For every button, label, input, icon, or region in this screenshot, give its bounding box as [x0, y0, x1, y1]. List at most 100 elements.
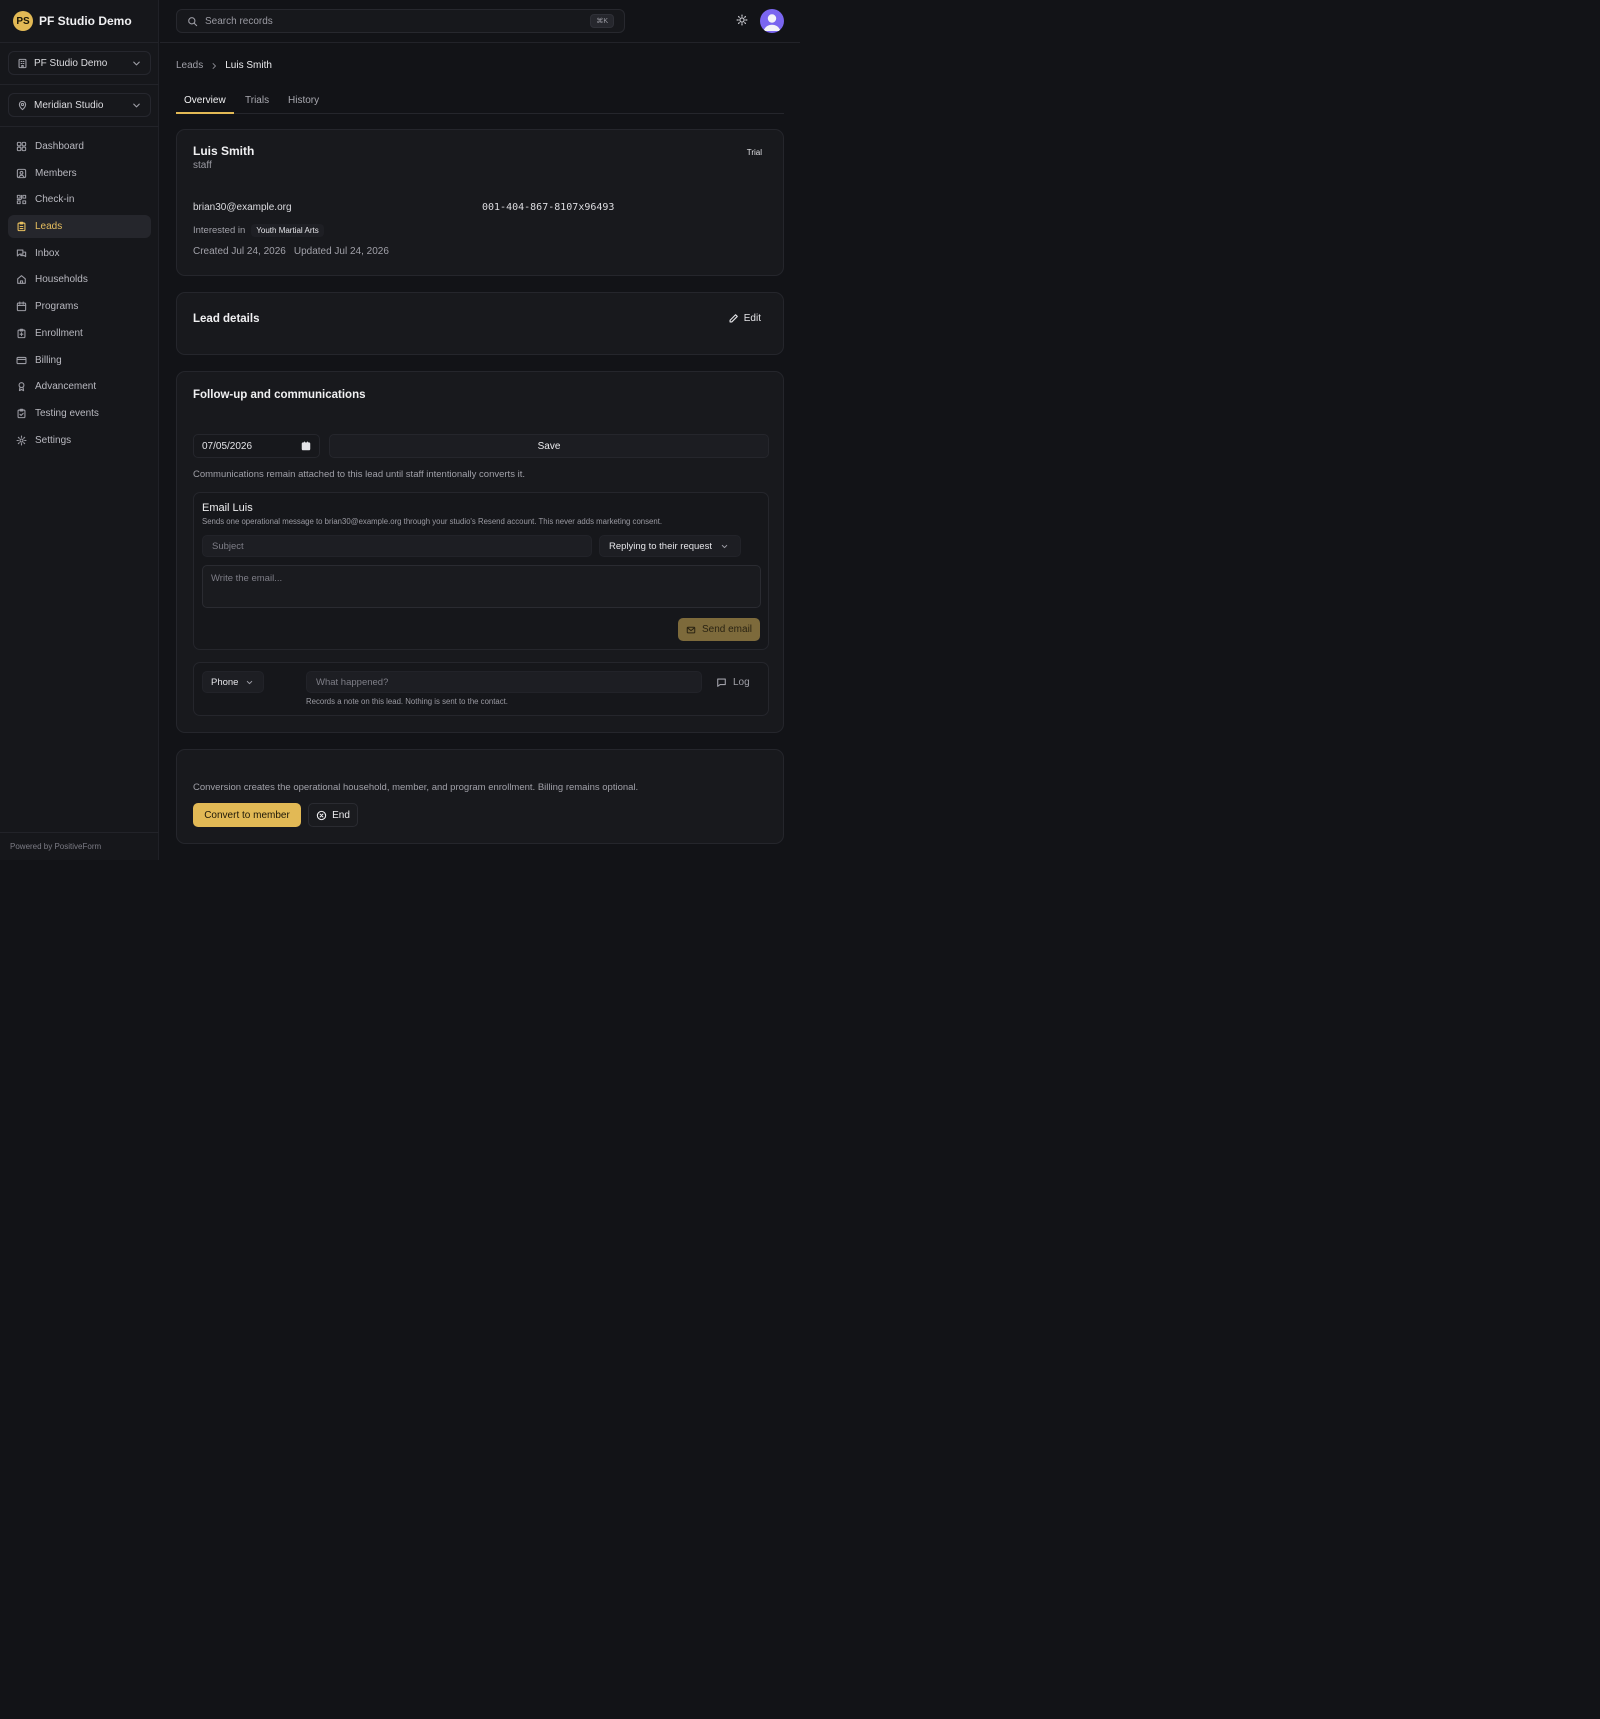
log-button[interactable]: Log — [716, 671, 750, 693]
sidebar: PS PF Studio Demo PF Studio Demo Meridia… — [0, 0, 159, 860]
tab-history[interactable]: History — [288, 95, 319, 106]
clipboard-plus-icon — [17, 328, 26, 338]
sidebar-item-label: Households — [35, 274, 88, 286]
tab-overview[interactable]: Overview — [184, 95, 226, 106]
sidebar-item-households[interactable]: Households — [8, 268, 151, 291]
sidebar-item-testing-events[interactable]: Testing events — [8, 402, 151, 425]
updated-date: Updated Jul 24, 2026 — [293, 246, 389, 257]
sidebar-item-label: Check-in — [35, 194, 75, 206]
chevron-down-icon — [721, 544, 728, 548]
sidebar-item-settings[interactable]: Settings — [8, 429, 151, 452]
location-select-value: Meridian Studio — [34, 99, 104, 111]
theme-toggle-button[interactable] — [736, 14, 750, 28]
subject-input[interactable]: Subject — [202, 535, 592, 557]
lead-role: staff — [193, 160, 212, 171]
sidebar-item-check-in[interactable]: Check-in — [8, 188, 151, 211]
activity-log-note: Records a note on this lead. Nothing is … — [306, 697, 508, 706]
followup-date-value: 07/05/2026 — [202, 440, 253, 452]
gear-icon — [16, 435, 27, 446]
sidebar-divider — [0, 126, 159, 127]
shortcut-badge: ⌘K — [590, 14, 614, 28]
topbar: Search records ⌘K — [160, 0, 800, 43]
sidebar-item-dashboard[interactable]: Dashboard — [8, 135, 151, 158]
calendar-icon — [301, 441, 311, 451]
email-title: Email Luis — [202, 502, 253, 514]
sun-icon — [736, 14, 748, 26]
scan-icon — [16, 195, 27, 205]
sidebar-item-label: Settings — [35, 434, 72, 446]
powered-by: Powered by PositiveForm — [10, 842, 102, 851]
status-badge: Trial — [746, 148, 762, 157]
activity-log-form: Phone What happened? Records a note on t… — [193, 662, 769, 716]
sidebar-item-label: Dashboard — [35, 141, 84, 152]
lead-name: Luis Smith — [193, 144, 255, 158]
lead-details-card: Lead details Edit — [176, 292, 784, 355]
program-badge: Youth Martial Arts — [251, 224, 324, 237]
sidebar-item-billing[interactable]: Billing — [8, 349, 151, 372]
save-button[interactable]: Save — [329, 434, 769, 458]
user-avatar[interactable] — [760, 9, 784, 33]
sidebar-item-programs[interactable]: Programs — [8, 295, 151, 318]
sidebar-item-label: Leads — [35, 221, 63, 233]
organization-select-value: PF Studio Demo — [34, 57, 108, 69]
home-icon — [17, 275, 26, 285]
lead-email[interactable]: brian30@example.org — [193, 202, 292, 213]
sidebar-divider — [0, 42, 159, 43]
send-email-button[interactable]: Send email — [678, 618, 760, 641]
sidebar-item-label: Programs — [35, 301, 79, 313]
chevron-down-icon — [133, 61, 140, 65]
sidebar-divider — [0, 832, 159, 833]
search-input[interactable]: Search records ⌘K — [176, 9, 625, 33]
followup-date-input[interactable]: 07/05/2026 — [193, 434, 320, 458]
avatar-person-icon — [763, 14, 781, 31]
credit-card-icon — [16, 356, 27, 364]
followup-title: Follow-up and communications — [193, 389, 366, 401]
conversion-card: Conversion creates the operational house… — [176, 749, 784, 844]
sidebar-item-label: Inbox — [35, 247, 60, 259]
organization-select[interactable]: PF Studio Demo — [8, 51, 151, 75]
interested-label: Interested in — [193, 225, 246, 236]
calendar-icon — [16, 301, 27, 312]
end-button[interactable]: End — [308, 803, 358, 827]
chevron-down-icon — [247, 680, 253, 684]
sidebar-item-enrollment[interactable]: Enrollment — [8, 322, 151, 345]
clipboard-icon — [17, 221, 26, 232]
edit-button[interactable]: Edit — [728, 313, 761, 324]
reply-type-value: Replying to their request — [609, 540, 712, 552]
sidebar-item-leads[interactable]: Leads — [8, 215, 151, 239]
followup-card: Follow-up and communications 07/05/2026 … — [176, 371, 784, 733]
search-icon — [188, 16, 198, 26]
active-tab-indicator — [176, 112, 234, 114]
convert-to-member-button[interactable]: Convert to member — [193, 803, 301, 827]
channel-value: Phone — [211, 676, 239, 688]
award-icon — [18, 382, 25, 392]
brand[interactable]: PS PF Studio Demo — [13, 11, 132, 31]
email-composer: Email Luis Sends one operational message… — [193, 492, 769, 650]
sidebar-item-label: Testing events — [35, 407, 99, 419]
sidebar-divider — [0, 84, 159, 85]
sidebar-item-label: Enrollment — [35, 327, 83, 339]
lead-summary-card: Luis Smith staff Trial brian30@example.o… — [176, 129, 784, 276]
activity-note-input[interactable]: What happened? — [306, 671, 702, 693]
log-button-label: Log — [733, 676, 750, 688]
communications-note: Communications remain attached to this l… — [193, 469, 525, 480]
pencil-icon — [729, 314, 738, 323]
sidebar-item-label: Advancement — [35, 381, 97, 393]
email-body-textarea[interactable]: Write the email... — [202, 565, 761, 608]
tabs-divider — [176, 113, 784, 114]
mail-icon — [686, 626, 696, 633]
sidebar-item-inbox[interactable]: Inbox — [8, 242, 151, 265]
message-square-icon — [717, 678, 726, 687]
lead-phone[interactable]: 001-404-867-8107x96493 — [482, 202, 614, 213]
sidebar-item-label: Members — [35, 167, 77, 179]
tab-trials[interactable]: Trials — [245, 95, 269, 106]
reply-type-select[interactable]: Replying to their request — [599, 535, 741, 557]
location-select[interactable]: Meridian Studio — [8, 93, 151, 117]
x-circle-icon — [316, 810, 327, 820]
sidebar-item-members[interactable]: Members — [8, 162, 151, 185]
sidebar-item-label: Billing — [35, 354, 62, 366]
sidebar-item-advancement[interactable]: Advancement — [8, 375, 151, 398]
created-date: Created Jul 24, 2026 — [193, 246, 286, 257]
channel-select[interactable]: Phone — [202, 671, 264, 693]
user-square-icon — [16, 168, 27, 178]
